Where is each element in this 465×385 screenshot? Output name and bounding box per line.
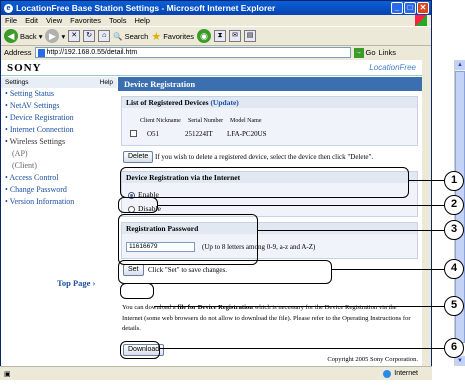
menu-edit[interactable]: Edit (25, 16, 38, 25)
forward-button[interactable]: ▶ ▾ (45, 29, 65, 43)
search-button[interactable]: 🔍 Search (113, 32, 148, 41)
callout-box-2 (118, 197, 158, 213)
callout-box-3 (118, 214, 258, 265)
mail-icon[interactable]: ✉ (229, 30, 242, 42)
top-page-link[interactable]: Top Page › (57, 278, 95, 288)
sidebar: Settings Help • Setting Status • NetAV S… (1, 77, 117, 366)
sidebar-item-netav-settings[interactable]: • NetAV Settings (1, 100, 117, 112)
sony-logo: SONY (7, 61, 42, 74)
callout-leader-4 (332, 269, 444, 270)
maximize-button[interactable]: □ (404, 2, 416, 14)
status-page-icon: ▣ (4, 370, 11, 378)
status-bar: ▣ Internet (0, 366, 432, 380)
download-info-text: You can download a file for Device Regis… (122, 304, 411, 332)
sidebar-item-version-information[interactable]: • Version Information (1, 196, 117, 208)
back-button[interactable]: ◀ Back ▾ (4, 29, 42, 43)
back-arrow-icon: ◀ (4, 29, 18, 43)
close-button[interactable]: ✕ (417, 2, 429, 14)
callout-number-1: 1 (444, 171, 464, 191)
links-button[interactable]: Links (379, 48, 397, 57)
callout-box-1 (120, 167, 409, 198)
refresh-icon[interactable]: ↻ (83, 30, 96, 42)
print-icon[interactable]: ▤ (244, 30, 257, 42)
security-zone: Internet (383, 369, 418, 378)
callout-number-5: 5 (444, 296, 464, 316)
sidebar-header: Settings Help (1, 77, 117, 88)
sidebar-item-wireless-ap[interactable]: (AP) (1, 148, 117, 160)
sidebar-item-wireless-client[interactable]: (Client) (1, 160, 117, 172)
minimize-button[interactable]: _ (391, 2, 403, 14)
menu-help[interactable]: Help (135, 16, 150, 25)
scroll-up-icon[interactable]: ▲ (455, 60, 465, 70)
locationfree-logo: LocationFree (369, 63, 416, 72)
sidebar-item-wireless-settings[interactable]: • Wireless Settings (1, 136, 117, 148)
sidebar-settings-label: Settings (5, 79, 29, 86)
menu-tools[interactable]: Tools (109, 16, 127, 25)
title-bar: e LocationFree Base Station Settings - M… (1, 1, 431, 15)
sidebar-item-internet-connection[interactable]: • Internet Connection (1, 124, 117, 136)
table-row[interactable]: O51 251224IT LFA-PC20US (130, 130, 267, 138)
registered-devices-heading: List of Registered Devices (Update) (122, 97, 417, 108)
address-url: http://192.168.0.55/detail.htm (46, 49, 138, 56)
go-arrow-icon: → (353, 47, 364, 58)
globe-icon (383, 369, 392, 378)
forward-arrow-icon: ▶ (45, 29, 60, 43)
address-label: Address (4, 48, 32, 57)
callout-box-5 (120, 283, 154, 299)
address-input[interactable]: http://192.168.0.55/detail.htm (34, 47, 351, 58)
go-button[interactable]: → Go (353, 47, 376, 58)
registered-devices-section: List of Registered Devices (Update) Clie… (121, 96, 418, 146)
toolbar: ◀ Back ▾ ▶ ▾ ✕ ↻ ⌂ 🔍 Search ★ Favorites ◉ ⧗… (1, 26, 431, 46)
address-bar: Address http://192.168.0.55/detail.htm →… (1, 46, 431, 59)
search-icon: 🔍 (113, 31, 123, 41)
windows-flag-icon (415, 15, 427, 26)
star-icon: ★ (151, 30, 162, 43)
menu-file[interactable]: File (5, 16, 17, 25)
sidebar-item-change-password[interactable]: • Change Password (1, 184, 117, 196)
callout-leader-3 (258, 230, 444, 231)
sidebar-help-link[interactable]: Help (100, 79, 113, 86)
page-icon (37, 48, 45, 57)
callout-number-3: 3 (444, 220, 464, 240)
window-title: LocationFree Base Station Settings - Mic… (16, 3, 276, 13)
callout-number-6: 6 (444, 338, 464, 358)
menu-favorites[interactable]: Favorites (70, 16, 101, 25)
home-icon[interactable]: ⌂ (98, 30, 111, 42)
update-link[interactable]: (Update) (210, 98, 238, 107)
page-viewport: SONY LocationFree Settings Help • Settin… (1, 60, 422, 366)
favorites-button[interactable]: ★ Favorites (151, 30, 194, 43)
table-header: Client Nickname Serial Number Model Name (140, 118, 262, 124)
callout-leader-1 (409, 180, 444, 181)
callout-box-6 (120, 341, 160, 359)
brand-header: SONY LocationFree (1, 60, 422, 76)
ie-logo-icon: e (4, 3, 13, 13)
delete-button[interactable]: Delete (123, 151, 154, 163)
page-title: Device Registration (118, 77, 422, 91)
callout-leader-6 (160, 348, 444, 349)
callout-leader-5 (154, 306, 444, 307)
callout-box-4 (118, 260, 332, 284)
callout-number-4: 4 (444, 259, 464, 279)
callout-leader-2 (158, 205, 444, 206)
history-icon[interactable]: ⧗ (214, 30, 227, 42)
media-icon[interactable]: ◉ (197, 29, 212, 43)
sidebar-item-setting-status[interactable]: • Setting Status (1, 88, 117, 100)
stop-icon[interactable]: ✕ (68, 30, 81, 42)
sidebar-item-device-registration[interactable]: • Device Registration (1, 112, 117, 124)
callout-number-2: 2 (444, 195, 464, 215)
menu-bar: File Edit View Favorites Tools Help (1, 15, 431, 26)
device-checkbox[interactable] (130, 130, 137, 137)
delete-hint: If you wish to delete a registered devic… (155, 153, 374, 161)
sidebar-item-access-control[interactable]: • Access Control (1, 172, 117, 184)
menu-view[interactable]: View (46, 16, 62, 25)
copyright: Copyright 2005 Sony Corporation. (327, 356, 418, 363)
